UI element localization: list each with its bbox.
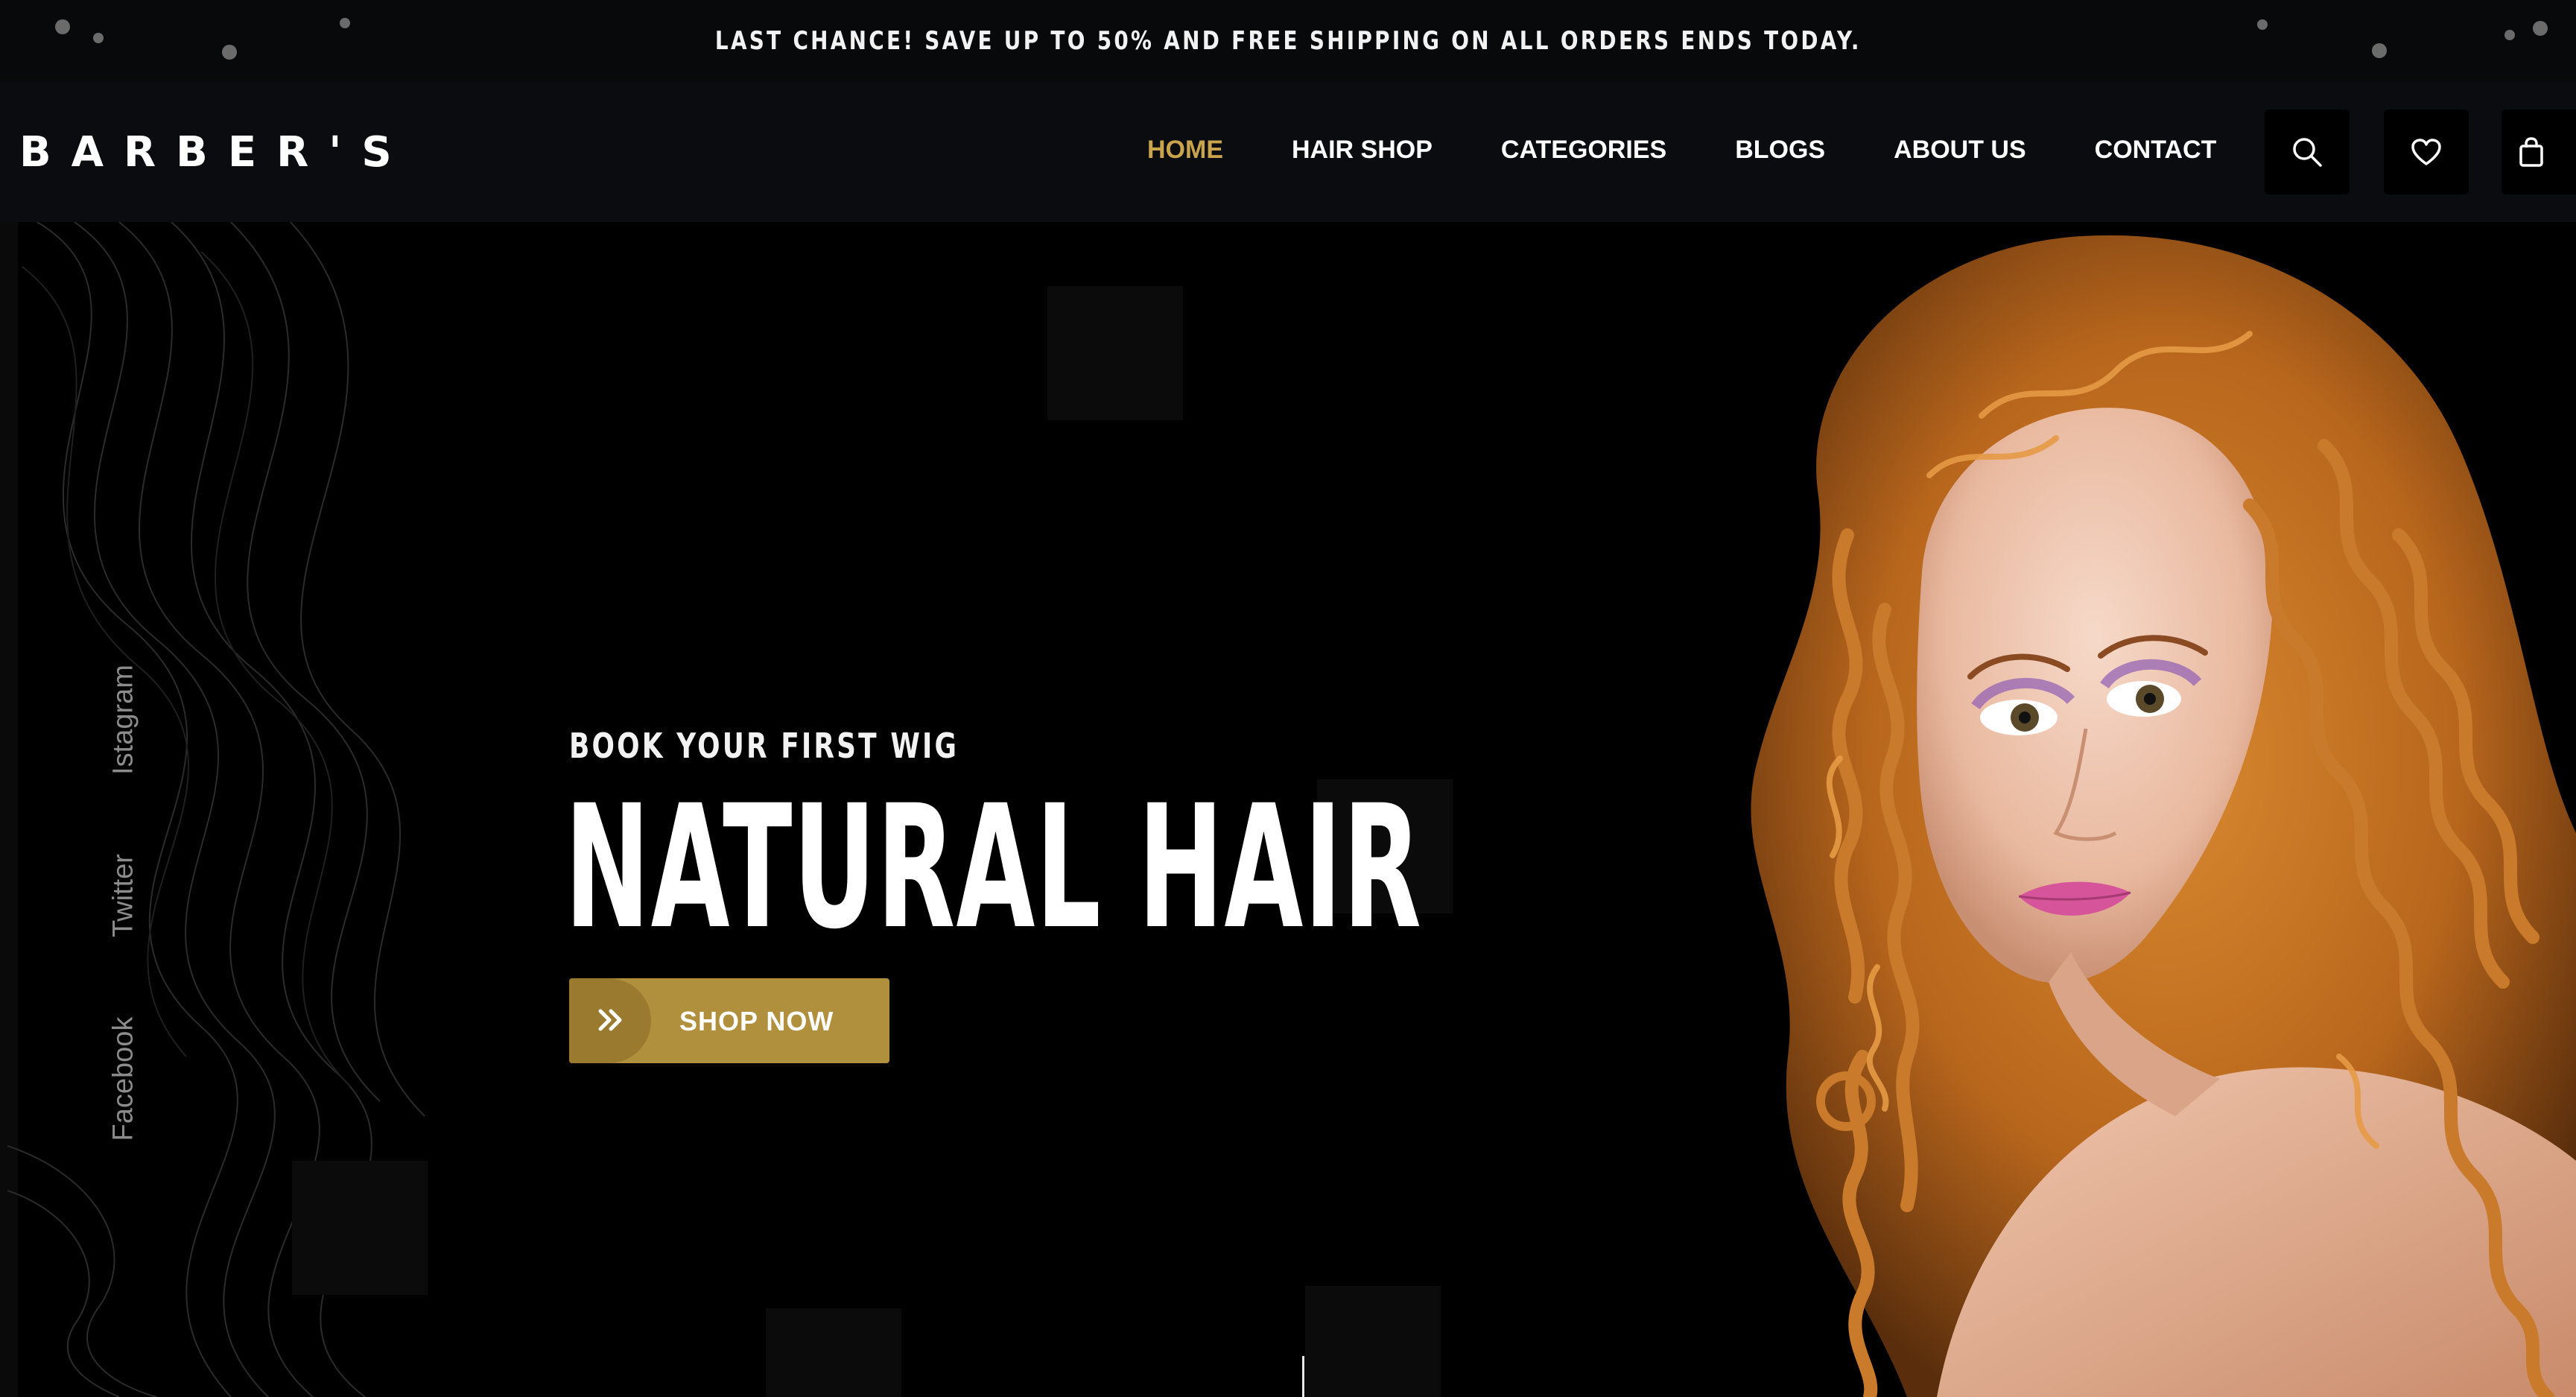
decor-square [1047, 286, 1183, 420]
decor-dot [2372, 43, 2387, 58]
heart-icon [2411, 139, 2441, 165]
scroll-indicator [1302, 1356, 1304, 1397]
hero-eyebrow: BOOK YOUR FIRST WIG [569, 726, 959, 766]
shop-now-label: SHOP NOW [679, 1006, 834, 1036]
decor-dot [93, 33, 104, 43]
double-chevron-right-icon [598, 1009, 622, 1031]
decor-dot [55, 19, 70, 34]
wishlist-button[interactable] [2384, 110, 2469, 194]
bag-icon [2519, 137, 2543, 167]
hero-section: Istagram Twitter Facebook BOOK YOUR FIRS… [0, 222, 2576, 1397]
decor-dot [2533, 21, 2548, 36]
site-header: BARBER'S HOME HAIR SHOP CATEGORIES BLOGS… [0, 82, 2576, 222]
page: LAST CHANCE! SAVE UP TO 50% AND FREE SHI… [0, 0, 2576, 1397]
shop-now-button[interactable]: SHOP NOW [569, 978, 889, 1063]
main-nav: HOME HAIR SHOP CATEGORIES BLOGS ABOUT US… [1147, 136, 2216, 165]
search-button[interactable] [2265, 110, 2350, 194]
social-link-facebook[interactable]: Facebook [108, 1017, 140, 1141]
nav-item-hair-shop[interactable]: HAIR SHOP [1292, 136, 1433, 165]
announcement-bar: LAST CHANCE! SAVE UP TO 50% AND FREE SHI… [0, 0, 2576, 82]
hero-model-image [1751, 235, 2576, 1397]
hero-headline: NATURAL HAIR [565, 768, 1423, 966]
hair-swirl-decoration [7, 222, 425, 1397]
nav-item-contact[interactable]: CONTACT [2095, 136, 2217, 165]
logo[interactable]: BARBER'S [19, 128, 412, 177]
decor-dot [222, 45, 237, 60]
nav-item-blogs[interactable]: BLOGS [1735, 136, 1825, 165]
decor-dot [2257, 19, 2268, 30]
nav-item-about-us[interactable]: ABOUT US [1894, 136, 2026, 165]
social-link-instagram[interactable]: Istagram [108, 665, 140, 775]
decor-dot [2504, 30, 2515, 40]
nav-item-categories[interactable]: CATEGORIES [1501, 136, 1666, 165]
decor-square [766, 1308, 901, 1397]
nav-item-home[interactable]: HOME [1147, 136, 1223, 165]
decor-square [292, 1161, 428, 1295]
search-icon [2293, 138, 2322, 167]
cart-button[interactable] [2502, 110, 2576, 194]
decor-dot [340, 18, 350, 28]
decor-square [1305, 1286, 1441, 1397]
social-link-twitter[interactable]: Twitter [108, 854, 140, 937]
announcement-text: LAST CHANCE! SAVE UP TO 50% AND FREE SHI… [714, 26, 1862, 56]
